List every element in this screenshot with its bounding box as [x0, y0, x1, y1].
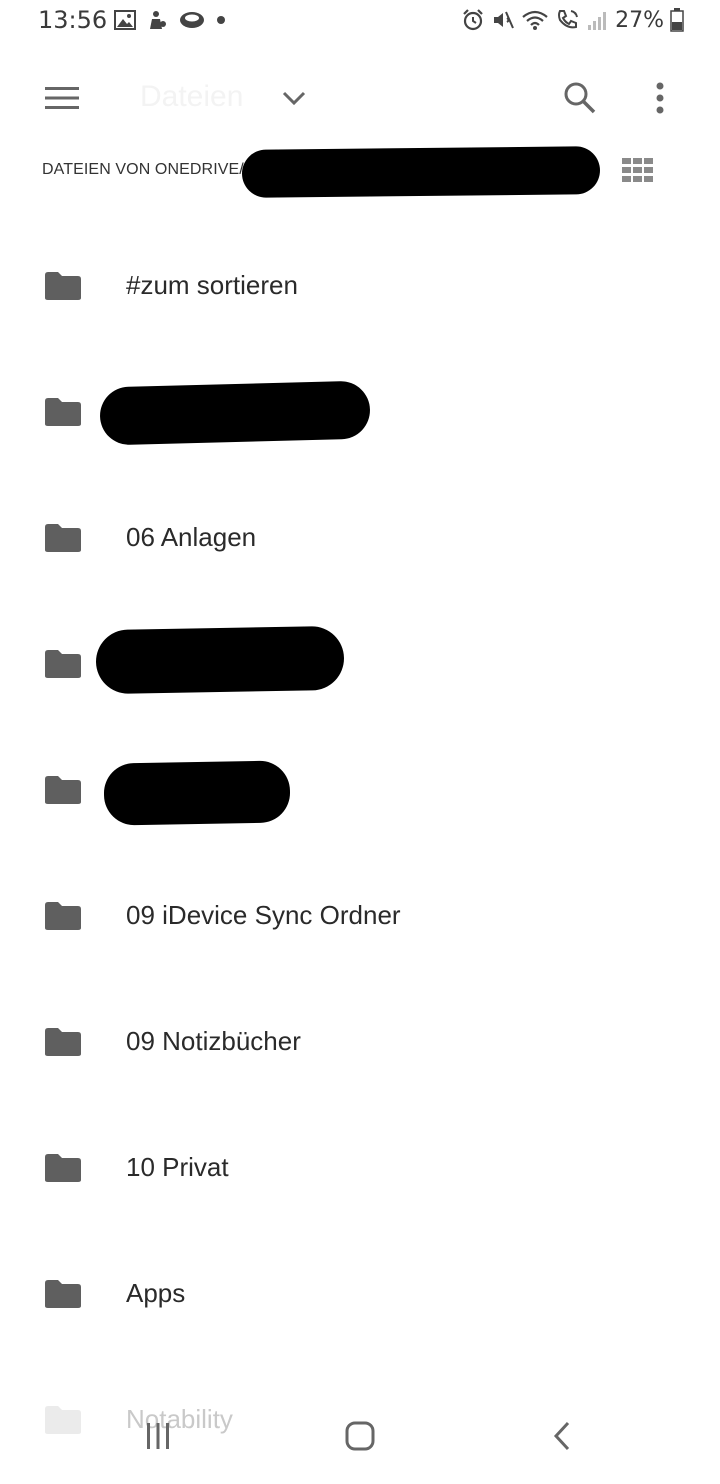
list-item[interactable]: 10 Privat	[0, 1106, 720, 1232]
file-name: Apps	[126, 1278, 186, 1308]
cloud-icon	[180, 12, 204, 28]
folder-icon	[45, 524, 81, 552]
title-dropdown-button[interactable]	[270, 76, 318, 120]
signal-icon	[588, 12, 607, 30]
folder-icon	[45, 398, 81, 426]
status-system-icons: 27%	[461, 6, 684, 34]
file-list: #zum sortieren 06 Anlagen 09 iDevice Syn…	[0, 224, 720, 1484]
folder-icon	[45, 1028, 81, 1056]
list-item[interactable]: #zum sortieren	[0, 224, 720, 350]
redaction-mark	[99, 380, 371, 446]
redaction-mark	[241, 146, 601, 198]
app-bar: Dateien	[0, 62, 720, 134]
redaction-mark	[103, 760, 291, 826]
file-name: 09 Notizbücher	[126, 1026, 301, 1056]
home-button[interactable]	[336, 1414, 384, 1458]
wifi-icon	[522, 10, 548, 30]
list-item[interactable]: 06 Anlagen	[0, 476, 720, 602]
back-icon	[553, 1421, 570, 1451]
breadcrumb[interactable]: DATEIEN VON ONEDRIVE/	[42, 158, 244, 182]
grid-view-icon	[622, 158, 653, 182]
recents-button[interactable]	[134, 1414, 182, 1458]
redaction-mark	[95, 625, 345, 695]
chevron-down-icon	[282, 91, 306, 105]
recents-icon	[147, 1423, 169, 1449]
gallery-icon	[114, 10, 136, 30]
alarm-icon	[463, 9, 483, 31]
search-button[interactable]	[554, 74, 606, 122]
folder-icon	[45, 776, 81, 804]
more-options-button[interactable]	[636, 74, 684, 122]
list-item[interactable]: 09 Notizbücher	[0, 980, 720, 1106]
file-name: #zum sortieren	[126, 270, 298, 300]
list-item[interactable]: 09 iDevice Sync Ordner	[0, 854, 720, 980]
folder-icon	[45, 1154, 81, 1182]
battery-icon	[670, 8, 684, 32]
status-notification-icons	[114, 8, 226, 32]
mute-icon	[494, 11, 515, 29]
status-time: 13:56	[38, 6, 108, 34]
file-name: 10 Privat	[126, 1152, 229, 1182]
back-button[interactable]	[538, 1414, 586, 1458]
folder-icon	[45, 1280, 81, 1308]
breadcrumb-path: DATEIEN VON ONEDRIVE/	[42, 161, 244, 178]
folder-icon	[45, 272, 81, 300]
status-bar: 13:56 27%	[0, 0, 720, 44]
more-vert-icon	[656, 82, 664, 114]
list-item[interactable]: Apps	[0, 1232, 720, 1358]
page-title: Dateien	[140, 80, 244, 113]
grid-view-button[interactable]	[616, 150, 660, 190]
wifi-calling-icon	[558, 10, 579, 29]
battery-percent: 27%	[615, 7, 664, 33]
android-notification-icon	[150, 11, 166, 29]
navigation-bar	[0, 1398, 720, 1480]
folder-icon	[45, 902, 81, 930]
dot-icon	[217, 16, 225, 24]
folder-icon	[45, 650, 81, 678]
menu-icon	[45, 87, 79, 109]
home-icon	[345, 1421, 375, 1451]
menu-button[interactable]	[30, 74, 94, 122]
file-name: 06 Anlagen	[126, 522, 257, 552]
search-icon	[564, 82, 596, 114]
file-name: 09 iDevice Sync Ordner	[126, 900, 401, 930]
